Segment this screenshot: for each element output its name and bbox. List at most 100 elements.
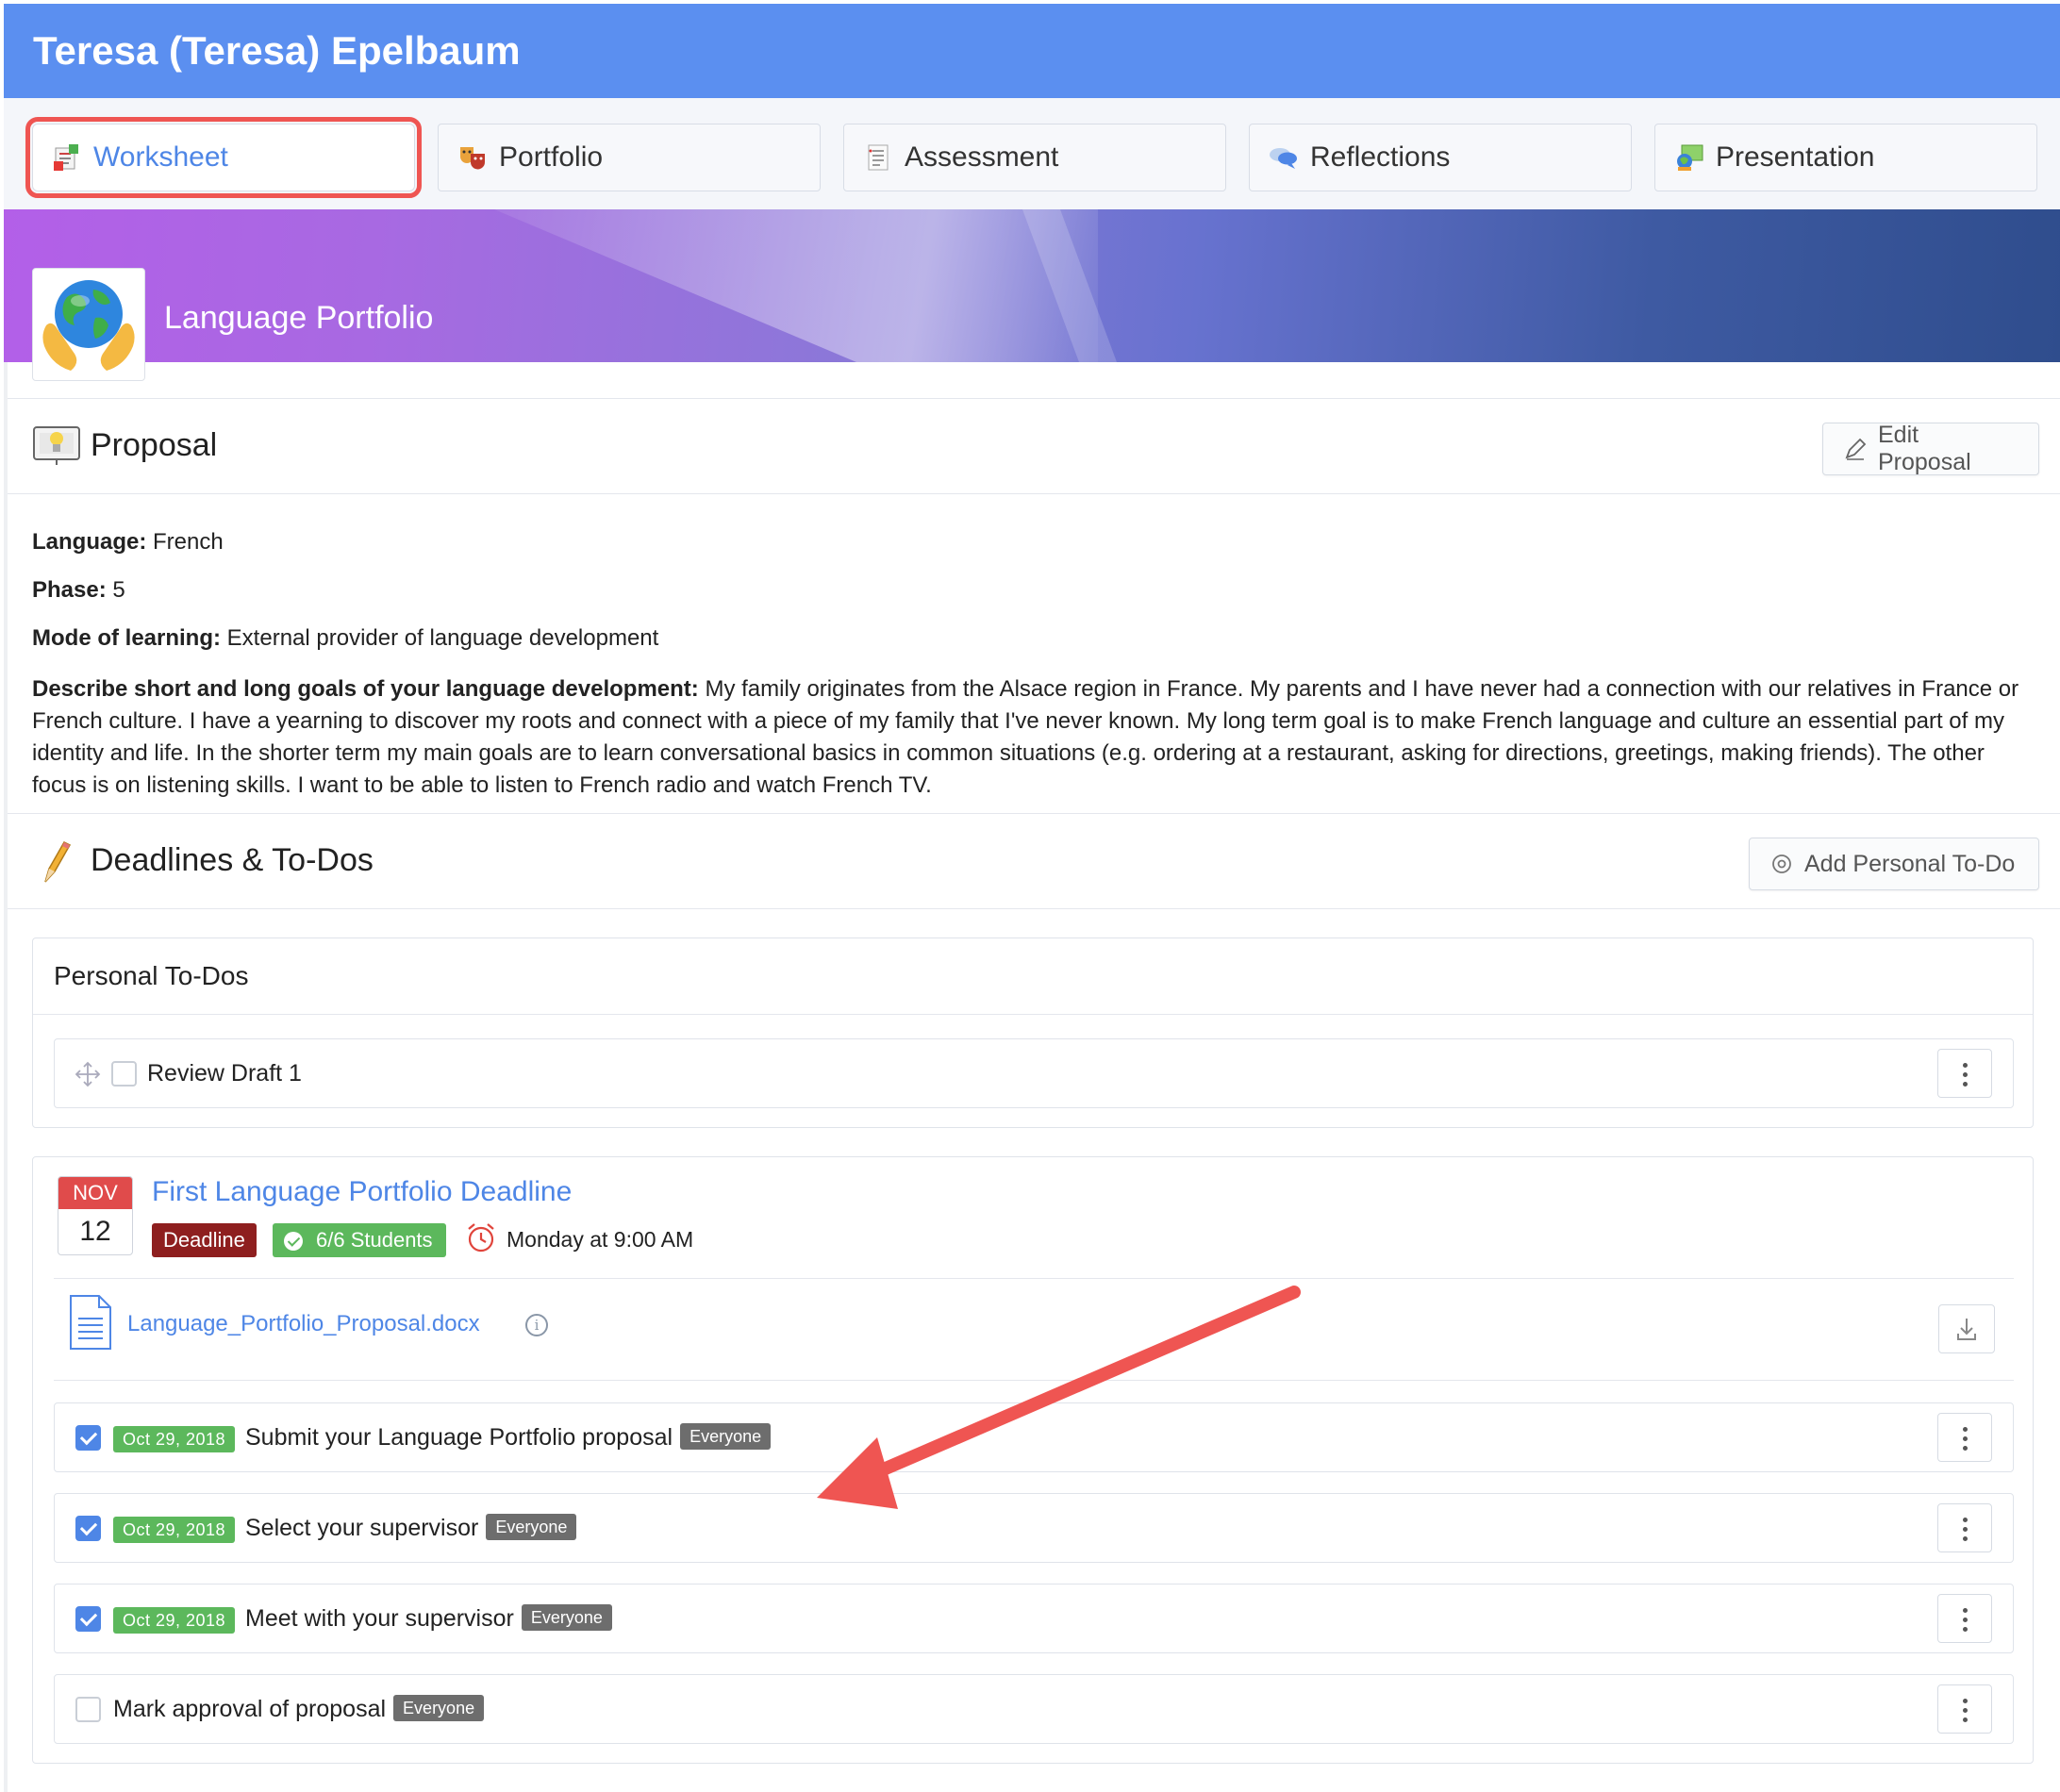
info-icon[interactable]: i [525,1314,548,1336]
task-text-wrap: Select your supervisor Everyone [245,1514,577,1542]
task-row: Oct 29, 2018 Submit your Language Portfo… [54,1402,2014,1472]
language-label: Language: [32,529,147,555]
document-icon [69,1294,112,1351]
deadline-panel: NOV 12 First Language Portfolio Deadline… [32,1156,2034,1764]
edit-proposal-label: Edit Proposal [1878,422,1971,475]
pencil-icon [1844,438,1867,460]
proposal-header: Proposal Edit Proposal [4,398,2060,494]
tab-portfolio-label: Portfolio [499,141,604,173]
pencil-icon [32,838,81,883]
audience-tag: Everyone [680,1423,772,1451]
todo-text: Review Draft 1 [147,1060,302,1087]
task-checkbox[interactable] [75,1425,101,1451]
drag-handle-icon[interactable] [74,1060,102,1088]
portfolio-title: Language Portfolio [164,300,434,336]
task-row: Mark approval of proposal Everyone [54,1674,2014,1744]
todo-row: Review Draft 1 [54,1038,2014,1108]
task-row: Oct 29, 2018 Meet with your supervisor Ev… [54,1584,2014,1653]
tab-assessment-label: Assessment [905,141,1059,173]
check-circle-icon [284,1232,303,1251]
students-badge-label: 6/6 Students [316,1228,433,1252]
tab-reflections[interactable]: Reflections [1249,124,1632,191]
students-badge: 6/6 Students [273,1223,446,1257]
deadline-day: 12 [79,1216,111,1247]
mode-field: Mode of learning: External provider of l… [32,625,658,652]
tab-reflections-label: Reflections [1310,141,1451,173]
todo-checkbox[interactable] [111,1061,137,1087]
task-date-badge: Oct 29, 2018 [113,1426,236,1452]
deadlines-title: Deadlines & To-Dos [91,842,374,878]
tab-bar: Worksheet Portfolio Assessment Reflectio… [4,98,2060,210]
portfolio-banner: Language Portfolio [4,209,2060,362]
download-icon [1957,1319,1976,1340]
phase-label: Phase: [32,577,107,603]
task-text: Submit your Language Portfolio proposal [245,1424,673,1451]
tab-presentation[interactable]: Presentation [1654,124,2037,191]
task-text: Mark approval of proposal [113,1696,387,1722]
goals-label: Describe short and long goals of your la… [32,676,699,702]
portfolio-logo [32,268,145,381]
task-checkbox[interactable] [75,1516,101,1541]
theater-masks-icon [457,142,488,173]
task-checkbox[interactable] [75,1697,101,1722]
audience-tag: Everyone [393,1695,485,1722]
deadline-type-badge: Deadline [152,1223,257,1257]
task-text-wrap: Submit your Language Portfolio proposal E… [245,1423,772,1452]
tab-presentation-label: Presentation [1716,141,1875,173]
proposal-title: Proposal [91,427,218,463]
task-text: Select your supervisor [245,1515,479,1541]
deadlines-header: Deadlines & To-Dos Add Personal To-Do [4,813,2060,909]
download-button[interactable] [1938,1304,1995,1353]
edit-proposal-button[interactable]: Edit Proposal [1822,422,2039,475]
tab-assessment[interactable]: Assessment [843,124,1226,191]
task-row: Oct 29, 2018 Select your supervisor Every… [54,1493,2014,1563]
language-value: French [153,529,224,555]
deadline-month: NOV [58,1177,132,1209]
task-menu-button[interactable] [1937,1413,1992,1462]
tab-worksheet[interactable]: Worksheet [25,117,422,198]
task-menu-button[interactable] [1937,1684,1992,1734]
goals-field: Describe short and long goals of your la… [32,673,2032,802]
tab-worksheet-label: Worksheet [93,141,228,173]
audience-tag: Everyone [521,1604,612,1632]
task-checkbox[interactable] [75,1606,101,1632]
divider [54,1278,2014,1279]
deadline-calendar-badge: NOV 12 [58,1176,133,1255]
language-field: Language: French [32,529,224,556]
todo-menu-button[interactable] [1937,1049,1992,1098]
personal-todos-title: Personal To-Dos [54,961,249,990]
mode-label: Mode of learning: [32,625,221,651]
audience-tag: Everyone [486,1514,577,1541]
task-date-badge: Oct 29, 2018 [113,1517,236,1543]
phase-field: Phase: 5 [32,577,125,604]
task-date-badge: Oct 29, 2018 [113,1607,236,1634]
task-menu-button[interactable] [1937,1594,1992,1643]
left-edge [4,362,8,1792]
proposal-easel-icon [32,423,81,467]
task-text: Meet with your supervisor [245,1605,514,1632]
deadline-title-link[interactable]: First Language Portfolio Deadline [152,1176,572,1208]
target-icon [1770,853,1793,875]
task-text-wrap: Mark approval of proposal Everyone [113,1695,485,1723]
personal-todos-header: Personal To-Dos [33,938,2033,1015]
attachment-link[interactable]: Language_Portfolio_Proposal.docx [127,1311,480,1337]
phase-value: 5 [112,577,125,603]
header-bar: Teresa (Teresa) Epelbaum [4,4,2060,98]
alarm-clock-icon [465,1221,497,1253]
mode-value: External provider of language developmen… [226,625,659,651]
banner-light-ray [494,209,1098,362]
task-text-wrap: Meet with your supervisor Everyone [245,1604,612,1633]
add-personal-todo-label: Add Personal To-Do [1804,850,2016,877]
personal-todos-panel: Personal To-Dos Review Draft 1 [32,937,2034,1128]
globe-in-hands-icon [42,280,135,371]
task-menu-button[interactable] [1937,1503,1992,1552]
tab-portfolio[interactable]: Portfolio [438,124,821,191]
speech-bubbles-icon [1269,142,1299,173]
student-name: Teresa (Teresa) Epelbaum [33,28,521,73]
presentation-icon [1674,142,1704,173]
app-frame: Teresa (Teresa) Epelbaum Worksheet Portf… [4,4,2060,1792]
checklist-icon [863,142,893,173]
worksheet-icon [52,142,82,173]
divider [54,1380,2014,1381]
add-personal-todo-button[interactable]: Add Personal To-Do [1749,838,2039,890]
